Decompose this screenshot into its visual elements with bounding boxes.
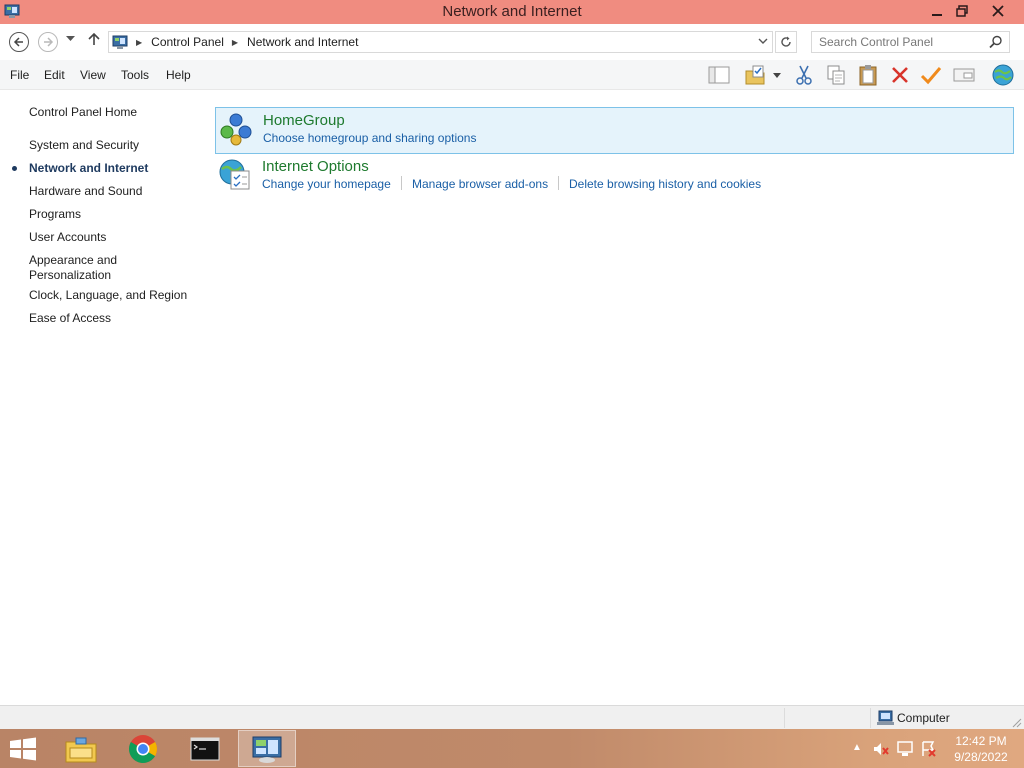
link-manage-browser-addons[interactable]: Manage browser add-ons	[412, 177, 548, 191]
resize-grip-icon[interactable]	[1012, 718, 1022, 728]
sidebar-item-hardware-and-sound[interactable]: Hardware and Sound	[29, 184, 199, 199]
control-panel-icon	[112, 35, 128, 49]
link-separator	[558, 176, 559, 190]
menu-edit[interactable]: Edit	[44, 68, 65, 82]
refresh-icon	[781, 36, 791, 47]
clock-date[interactable]: 9/28/2022	[950, 750, 1012, 764]
taskbar-file-explorer[interactable]	[52, 730, 110, 767]
close-button[interactable]	[983, 0, 1013, 22]
delete-icon	[892, 67, 908, 83]
restore-button[interactable]	[947, 0, 977, 22]
taskbar-chrome[interactable]	[114, 730, 172, 767]
refresh-button[interactable]	[775, 31, 797, 53]
properties-button[interactable]	[951, 63, 977, 87]
menu-tools[interactable]: Tools	[121, 68, 149, 82]
link-change-homepage[interactable]: Change your homepage	[262, 177, 391, 191]
volume-muted-icon[interactable]	[872, 740, 890, 758]
address-dropdown-button[interactable]	[758, 36, 768, 49]
internet-button[interactable]	[990, 63, 1016, 87]
menu-view[interactable]: View	[80, 68, 106, 82]
menu-bar: File Edit View Tools Help	[0, 60, 1024, 90]
taskbar: ▲ 12:42 PM 9/28/2022	[0, 729, 1024, 768]
breadcrumb-separator-icon[interactable]: ▶	[136, 38, 142, 47]
chevron-down-icon	[66, 36, 75, 41]
chrome-icon	[129, 734, 157, 763]
search-icon[interactable]	[989, 35, 1003, 49]
internet-options-icon	[219, 159, 250, 190]
arrow-left-icon	[13, 37, 23, 47]
start-button[interactable]	[8, 737, 38, 761]
category-title-internet-options[interactable]: Internet Options	[262, 158, 369, 175]
sidebar-item-ease-of-access[interactable]: Ease of Access	[29, 311, 199, 326]
computer-icon	[877, 710, 894, 725]
network-icon[interactable]	[896, 740, 914, 758]
control-panel-icon	[252, 736, 282, 763]
delete-button[interactable]	[887, 63, 913, 87]
homegroup-icon	[220, 113, 252, 146]
folder-options-button[interactable]	[742, 63, 768, 87]
folder-options-dropdown[interactable]	[770, 63, 784, 87]
back-button[interactable]	[9, 32, 29, 52]
checkmark-icon	[920, 67, 942, 85]
pane-button[interactable]	[706, 63, 732, 87]
minimize-icon	[932, 14, 942, 16]
cut-icon	[796, 65, 812, 85]
copy-icon	[827, 65, 845, 85]
address-bar[interactable]: ▶ Control Panel ▶ Network and Internet	[108, 31, 773, 53]
status-bar: Computer	[0, 705, 1024, 729]
search-box[interactable]	[811, 31, 1010, 53]
menu-help[interactable]: Help	[166, 68, 191, 82]
window-title: Network and Internet	[442, 3, 582, 20]
breadcrumb-control-panel[interactable]: Control Panel	[151, 35, 224, 49]
forward-button[interactable]	[38, 32, 58, 52]
breadcrumb-network-and-internet[interactable]: Network and Internet	[247, 35, 358, 49]
status-location: Computer	[897, 711, 950, 725]
paste-icon	[859, 65, 877, 86]
navigation-bar: ▶ Control Panel ▶ Network and Internet	[0, 24, 1024, 60]
clock-time[interactable]: 12:42 PM	[950, 734, 1012, 748]
link-choose-homegroup[interactable]: Choose homegroup and sharing options	[263, 131, 476, 145]
sidebar-item-clock-language-region[interactable]: Clock, Language, and Region	[29, 288, 199, 303]
pane-icon	[708, 66, 730, 84]
status-divider	[870, 708, 871, 728]
windows-logo-icon	[10, 737, 36, 761]
internet-icon	[992, 64, 1014, 86]
breadcrumb-separator-icon[interactable]: ▶	[232, 38, 238, 47]
category-title-homegroup[interactable]: HomeGroup	[263, 112, 345, 129]
link-separator	[401, 176, 402, 190]
restore-icon	[956, 5, 968, 17]
recent-locations-button[interactable]	[66, 34, 75, 44]
sidebar-item-appearance-and-personalization[interactable]: Appearance and Personalization	[29, 253, 139, 283]
action-center-icon[interactable]	[920, 740, 938, 758]
sidebar-item-user-accounts[interactable]: User Accounts	[29, 230, 199, 245]
menu-file[interactable]: File	[10, 68, 29, 82]
checkmark-button[interactable]	[918, 63, 944, 87]
sidebar-item-network-and-internet[interactable]: Network and Internet	[29, 161, 199, 176]
command-prompt-icon	[190, 737, 220, 760]
sidebar-item-system-and-security[interactable]: System and Security	[29, 138, 199, 153]
current-page-bullet-icon	[12, 166, 17, 171]
chevron-down-icon	[773, 72, 781, 78]
search-input[interactable]	[819, 35, 989, 49]
taskbar-control-panel[interactable]	[238, 730, 296, 767]
link-delete-browsing-history[interactable]: Delete browsing history and cookies	[569, 177, 761, 191]
folder-options-icon	[745, 65, 765, 85]
up-button[interactable]	[88, 32, 100, 50]
sidebar-item-programs[interactable]: Programs	[29, 207, 199, 222]
cut-button[interactable]	[791, 63, 817, 87]
chevron-down-icon	[758, 38, 768, 44]
category-homegroup[interactable]: HomeGroup Choose homegroup and sharing o…	[215, 107, 1014, 154]
show-hidden-icons-button[interactable]: ▲	[852, 742, 862, 753]
copy-button[interactable]	[823, 63, 849, 87]
arrow-up-icon	[88, 32, 100, 45]
close-icon	[992, 5, 1004, 17]
paste-button[interactable]	[855, 63, 881, 87]
taskbar-command-prompt[interactable]	[176, 730, 234, 767]
properties-icon	[953, 68, 975, 82]
file-explorer-icon	[65, 737, 97, 762]
arrow-right-icon	[44, 37, 54, 47]
status-divider	[784, 708, 785, 728]
title-bar: Network and Internet	[0, 0, 1024, 24]
sidebar-item-control-panel-home[interactable]: Control Panel Home	[29, 105, 199, 120]
